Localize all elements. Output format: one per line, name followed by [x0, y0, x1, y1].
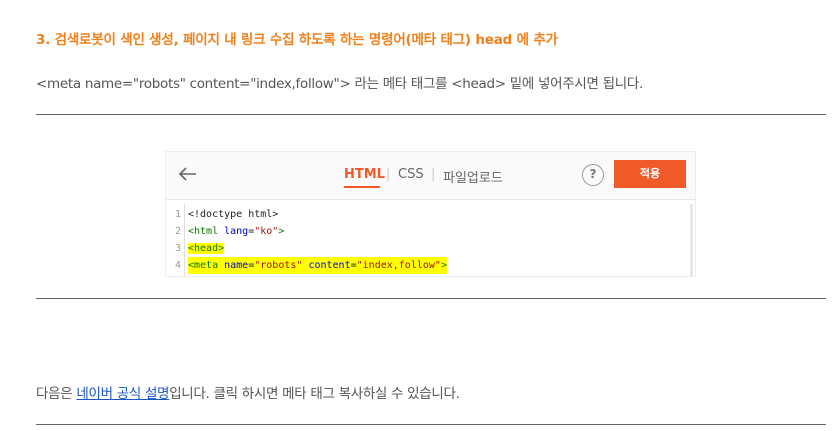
code-line: 3 <head> — [166, 240, 695, 257]
line-number: 4 — [174, 260, 181, 271]
code-string: "index,follow" — [356, 260, 441, 271]
back-arrow-icon[interactable] — [176, 162, 200, 186]
section-heading: 3. 검색로봇이 색인 생성, 페이지 내 링크 수집 하도록 하는 명령어(메… — [36, 32, 558, 48]
tab-html[interactable]: HTML — [344, 167, 385, 182]
code-attr: lang — [224, 226, 249, 237]
instruction-text: <meta name="robots" content="index,follo… — [36, 76, 643, 92]
tab-file-upload[interactable]: 파일업로드 — [443, 167, 503, 186]
line-number: 1 — [174, 209, 181, 220]
code-line: 2 <html lang="ko"> — [166, 223, 695, 240]
code-tag: <html — [188, 226, 225, 237]
editor-scrollbar[interactable] — [690, 204, 693, 276]
code-line: 1 <!doctype html> — [166, 206, 695, 223]
tab-css[interactable]: CSS — [398, 167, 424, 182]
code-attr: content — [308, 260, 351, 271]
code-text-highlighted: <meta name="robots" content="index,follo… — [188, 257, 447, 274]
text-after-link: 입니다. 클릭 하시면 메타 태그 복사하실 수 있습니다. — [169, 386, 460, 402]
tab-separator: | — [386, 167, 391, 182]
code-string: "ko" — [254, 226, 279, 237]
code-tag: <meta — [188, 260, 225, 271]
naver-official-link[interactable]: 네이버 공식 설명 — [76, 386, 169, 402]
code-attr: name — [224, 260, 249, 271]
divider-bottom — [36, 424, 826, 425]
code-text: <head> — [188, 240, 225, 257]
naver-info-text: 다음은 네이버 공식 설명입니다. 클릭 하시면 메타 태그 복사하실 수 있습… — [36, 382, 460, 402]
line-number: 2 — [174, 226, 181, 237]
line-number: 3 — [174, 243, 181, 254]
code-tag: > — [278, 226, 285, 237]
editor-toolbar: HTML | CSS | 파일업로드 ? 적용 — [166, 152, 695, 200]
code-line: 4 <meta name="robots" content="index,fol… — [166, 257, 695, 274]
divider-middle — [36, 298, 826, 299]
code-tag-highlighted: <head> — [188, 243, 225, 254]
help-icon[interactable]: ? — [582, 164, 604, 186]
code-text: <!doctype html> — [188, 209, 279, 220]
divider-top — [36, 114, 826, 115]
tab-separator: | — [431, 167, 436, 182]
apply-button[interactable]: 적용 — [614, 160, 686, 188]
code-editor[interactable]: 1 <!doctype html> 2 <html lang="ko"> 3 <… — [166, 204, 695, 276]
editor-screenshot: HTML | CSS | 파일업로드 ? 적용 1 <!doctype html… — [166, 152, 695, 276]
tab-html-underline — [344, 186, 380, 188]
code-text: <html lang="ko"> — [188, 223, 284, 240]
code-tag: > — [440, 260, 447, 271]
text-before-link: 다음은 — [36, 386, 77, 402]
code-string: "robots" — [254, 260, 303, 271]
